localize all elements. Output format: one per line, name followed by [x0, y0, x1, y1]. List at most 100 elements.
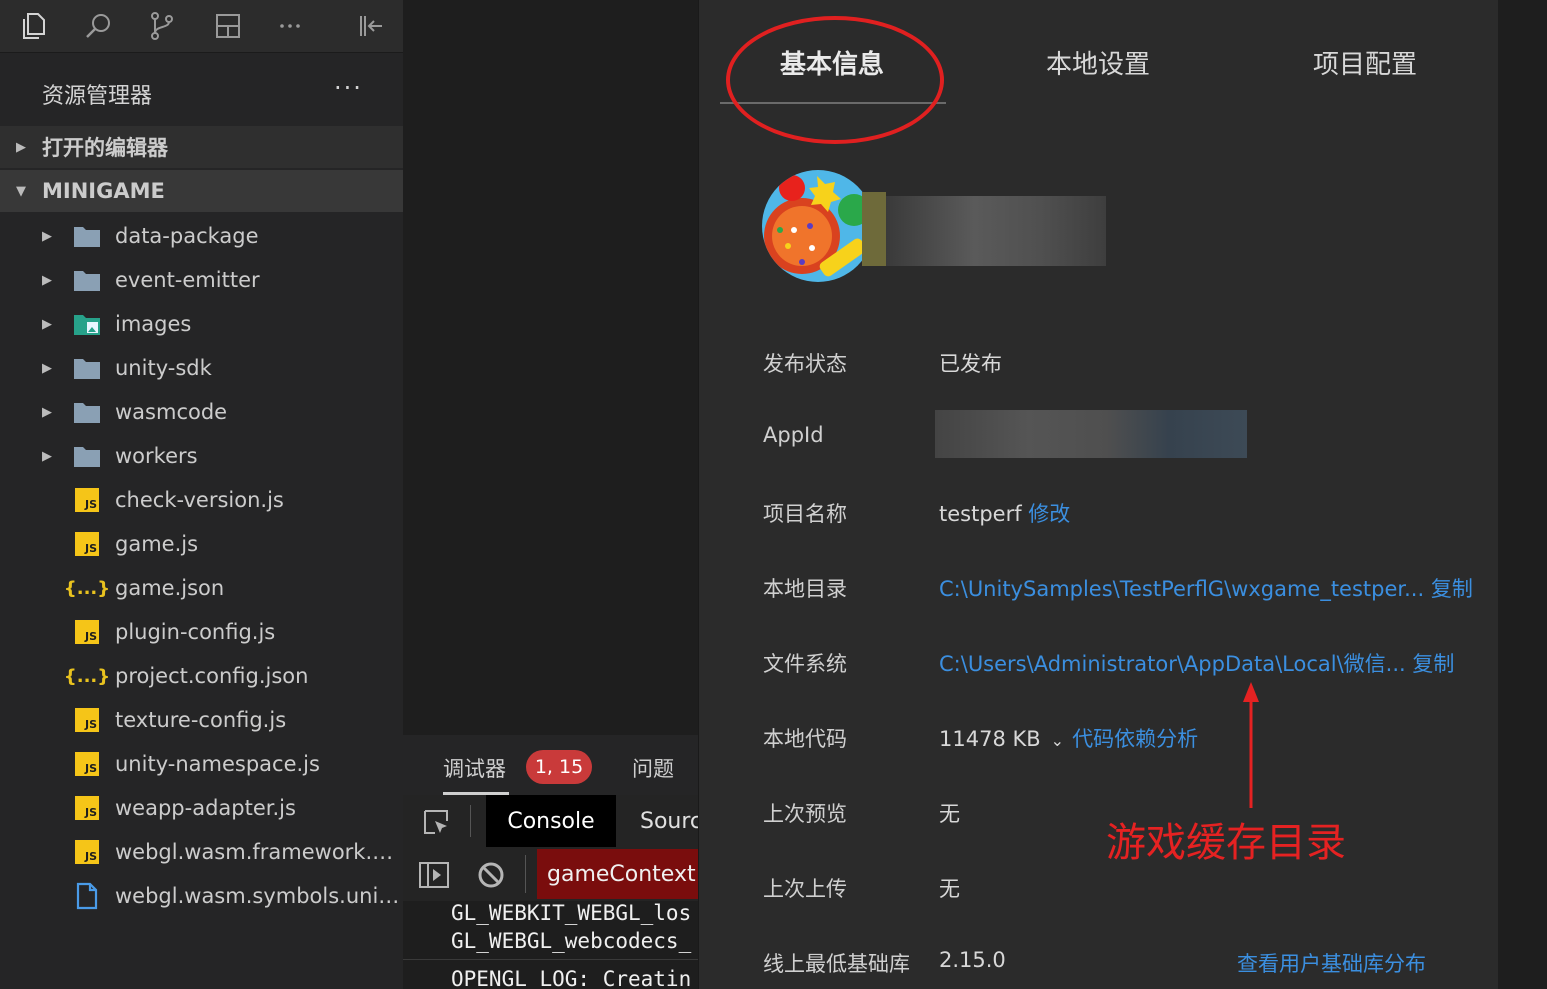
- toolbar-divider: [470, 805, 471, 837]
- tree-item-label: webgl.wasm.symbols.unity...: [115, 884, 400, 908]
- label-min-lib: 线上最低基础库: [763, 952, 910, 976]
- tree-item-label: project.config.json: [115, 664, 309, 688]
- chevron-right-icon: ▶: [42, 228, 52, 244]
- tab-issues[interactable]: 问题: [632, 753, 674, 783]
- explorer-more-button[interactable]: ···: [334, 74, 363, 102]
- file-item[interactable]: {...} game.json: [0, 566, 403, 610]
- tab-console[interactable]: Console: [486, 795, 616, 847]
- folder-item[interactable]: ▶ event-emitter: [0, 258, 403, 302]
- source-control-icon[interactable]: [144, 8, 180, 44]
- section-label: 打开的编辑器: [42, 136, 168, 160]
- js-file-icon: JS: [72, 707, 102, 733]
- folder-item[interactable]: ▶ workers: [0, 434, 403, 478]
- clear-console-icon[interactable]: [477, 861, 505, 889]
- more-icon[interactable]: [272, 8, 308, 44]
- chevron-right-icon: ▶: [42, 272, 52, 288]
- activity-bar: [0, 0, 403, 53]
- tree-item-label: game.json: [115, 576, 225, 600]
- js-file-icon: JS: [72, 751, 102, 777]
- lib-distribution-link[interactable]: 查看用户基础库分布: [1237, 948, 1426, 978]
- tree-item-label: unity-namespace.js: [115, 752, 320, 776]
- console-log-line: GL_WEBGL_webcodecs_: [451, 929, 692, 953]
- js-file-icon: JS: [72, 839, 102, 865]
- log-separator: [403, 959, 698, 960]
- value-local-code: 11478 KB ⌄ 代码依赖分析: [939, 723, 1198, 753]
- tree-item-label: check-version.js: [115, 488, 284, 512]
- label-last-preview: 上次预览: [763, 802, 847, 826]
- show-sidebar-icon[interactable]: [418, 860, 450, 890]
- tab-local-settings[interactable]: 本地设置: [1046, 44, 1150, 81]
- label-appid: AppId: [763, 423, 824, 447]
- search-icon[interactable]: [80, 8, 116, 44]
- layout-icon[interactable]: [210, 8, 246, 44]
- context-selector[interactable]: gameContext: [537, 849, 698, 899]
- folder-item[interactable]: ▶ wasmcode: [0, 390, 403, 434]
- edit-name-link[interactable]: 修改: [1028, 502, 1070, 526]
- label-publish-status: 发布状态: [763, 352, 847, 376]
- folder-icon: [72, 355, 102, 381]
- explorer-sidebar: 资源管理器 ··· ▶ 打开的编辑器 ▼ MINIGAME ▶ data-pack…: [0, 0, 403, 989]
- js-file-icon: JS: [72, 531, 102, 557]
- inspect-element-icon[interactable]: [421, 807, 453, 839]
- blurred-appid: [935, 410, 1247, 458]
- folder-item[interactable]: ▶ unity-sdk: [0, 346, 403, 390]
- label-local-code: 本地代码: [763, 727, 847, 751]
- file-item[interactable]: JS webgl.wasm.framework.unit...: [0, 830, 403, 874]
- file-item[interactable]: JS plugin-config.js: [0, 610, 403, 654]
- folder-item[interactable]: ▶ images: [0, 302, 403, 346]
- chevron-down-icon[interactable]: ⌄: [1051, 731, 1064, 750]
- tab-debugger[interactable]: 调试器: [443, 753, 506, 783]
- file-system-path[interactable]: C:\Users\Administrator\AppData\Local\微信.…: [939, 652, 1406, 676]
- chevron-down-icon: ▼: [16, 183, 26, 199]
- project-details-panel: [698, 0, 1499, 989]
- tree-item-label: unity-sdk: [115, 356, 212, 380]
- file-item[interactable]: JS game.js: [0, 522, 403, 566]
- file-item[interactable]: {...} project.config.json: [0, 654, 403, 698]
- tree-item-label: workers: [115, 444, 198, 468]
- file-item[interactable]: JS weapp-adapter.js: [0, 786, 403, 830]
- tab-project-config[interactable]: 项目配置: [1313, 44, 1417, 81]
- label-local-dir: 本地目录: [763, 577, 847, 601]
- tree-item-label: plugin-config.js: [115, 620, 276, 644]
- blurred-name: [886, 196, 1106, 266]
- chevron-right-icon: ▶: [42, 360, 52, 376]
- debugger-panel: 调试器 1, 15 问题 Console Sourc gameContext G…: [403, 735, 698, 989]
- explorer-title: 资源管理器: [42, 84, 153, 109]
- files-icon[interactable]: [16, 8, 52, 44]
- value-project-name: testperf 修改: [939, 498, 1070, 528]
- folder-icon: [72, 267, 102, 293]
- tree-item-label: webgl.wasm.framework.unit...: [115, 840, 400, 864]
- collapse-sidebar-icon[interactable]: [352, 8, 388, 44]
- image-folder-icon: [72, 311, 102, 337]
- chevron-right-icon: ▶: [42, 404, 52, 420]
- dependency-analysis-link[interactable]: 代码依赖分析: [1072, 727, 1198, 751]
- file-item[interactable]: JS check-version.js: [0, 478, 403, 522]
- value-min-lib: 2.15.0: [939, 948, 1006, 972]
- label-file-system: 文件系统: [763, 652, 847, 676]
- folder-icon: [72, 443, 102, 469]
- tree-item-label: event-emitter: [115, 268, 260, 292]
- console-log-line: OPENGL_LOG: Creatin: [451, 967, 692, 989]
- copy-local-dir-link[interactable]: 复制: [1431, 577, 1473, 601]
- annotation-arrow: [1243, 682, 1259, 808]
- toolbar-divider: [525, 855, 526, 893]
- file-item[interactable]: JS unity-namespace.js: [0, 742, 403, 786]
- value-publish-status: 已发布: [939, 352, 1002, 376]
- chevron-right-icon: ▶: [42, 448, 52, 464]
- section-minigame[interactable]: ▼ MINIGAME: [0, 170, 403, 212]
- js-file-icon: JS: [72, 795, 102, 821]
- section-open-editors[interactable]: ▶ 打开的编辑器: [0, 126, 403, 168]
- tree-item-label: wasmcode: [115, 400, 228, 424]
- file-item[interactable]: webgl.wasm.symbols.unity...: [0, 874, 403, 918]
- game-avatar: [762, 170, 874, 282]
- console-log-line: GL_WEBKIT_WEBGL_los: [451, 901, 692, 925]
- project-name-text: testperf: [939, 502, 1022, 526]
- local-dir-path[interactable]: C:\UnitySamples\TestPerflG\wxgame_testpe…: [939, 577, 1424, 601]
- copy-file-system-link[interactable]: 复制: [1412, 652, 1454, 676]
- folder-item[interactable]: ▶ data-package: [0, 214, 403, 258]
- file-item[interactable]: JS texture-config.js: [0, 698, 403, 742]
- tab-sources[interactable]: Sourc: [640, 809, 698, 834]
- blurred-name: [862, 192, 886, 266]
- json-file-icon: {...}: [63, 577, 111, 599]
- chevron-right-icon: ▶: [42, 316, 52, 332]
